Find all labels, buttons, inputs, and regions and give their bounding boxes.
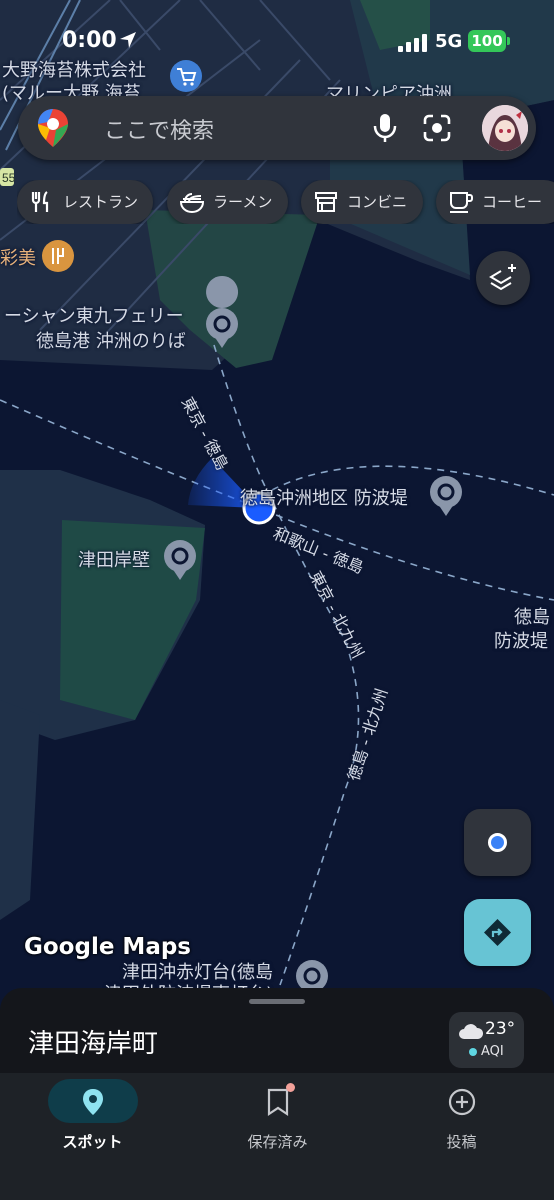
search-bar[interactable]: ここで検索	[18, 96, 536, 160]
battery-indicator: 100	[468, 30, 506, 52]
nav-label: スポット	[62, 1133, 123, 1151]
map-label-right-2: 防波堤	[494, 631, 548, 652]
layers-button[interactable]	[476, 251, 530, 305]
map-label-art: 彩美	[0, 248, 36, 269]
google-maps-pin-icon	[38, 109, 68, 147]
map-label-right-1: 徳島	[514, 607, 550, 628]
chip-label: レストラン	[63, 193, 139, 211]
avatar-image	[482, 105, 528, 151]
google-maps-logo: Google Maps	[24, 934, 191, 960]
network-type: 5G	[435, 31, 463, 52]
status-time: 0:00	[62, 28, 117, 53]
place-title: 津田海岸町	[28, 1029, 159, 1059]
location-arrow-icon	[120, 32, 136, 48]
aqi-label: AQI	[481, 1044, 504, 1059]
weather-card[interactable]: 23° AQI	[449, 1012, 524, 1068]
search-input[interactable]: ここで検索	[104, 113, 214, 145]
coffee-icon	[450, 192, 473, 213]
nav-post[interactable]: 投稿	[369, 1073, 554, 1200]
map-label-breakwater: 徳島沖洲地区 防波堤	[240, 488, 408, 509]
battery-tip	[507, 37, 510, 45]
add-circle-icon	[448, 1088, 476, 1116]
chip-label: コーヒー	[482, 193, 543, 211]
google-lens-icon[interactable]	[422, 114, 452, 142]
layers-icon	[489, 264, 516, 291]
signal-icon	[398, 34, 427, 52]
nav-label: 投稿	[446, 1133, 477, 1151]
fork-knife-icon	[31, 191, 49, 212]
my-location-icon	[488, 833, 507, 852]
chip-coffee[interactable]: コーヒー	[436, 180, 554, 224]
route-shield: 55	[2, 171, 16, 185]
bookmark-icon	[267, 1088, 289, 1117]
bottom-nav: スポット 保存済み 投稿	[0, 1073, 554, 1200]
restaurant-pin-icon[interactable]	[42, 240, 74, 272]
directions-icon	[484, 919, 511, 946]
my-location-button[interactable]	[464, 809, 531, 876]
status-bar: 0:00 5G 100	[0, 0, 554, 80]
chip-restaurant[interactable]: レストラン	[17, 180, 153, 224]
location-pin-icon	[83, 1089, 103, 1115]
store-icon	[315, 192, 337, 212]
category-chips: レストラン ラーメン コンビニ コーヒー	[17, 180, 554, 224]
map-label-ferry-pier: 徳島港 沖洲のりば	[36, 331, 186, 352]
chip-ramen[interactable]: ラーメン	[167, 180, 288, 224]
cloud-icon	[459, 1024, 484, 1039]
temperature: 23°	[485, 1019, 516, 1039]
nav-label: 保存済み	[247, 1133, 308, 1151]
nav-spots[interactable]: スポット	[0, 1073, 185, 1200]
drag-handle[interactable]	[249, 999, 305, 1004]
aqi-dot	[469, 1048, 477, 1056]
ramen-icon	[179, 193, 205, 214]
avatar[interactable]	[482, 105, 528, 151]
map-label-pier: 津田岸壁	[78, 550, 150, 571]
nav-saved[interactable]: 保存済み	[185, 1073, 370, 1200]
chip-label: コンビニ	[347, 193, 408, 211]
map-label-ferry-terminal: ーシャン東九フェリー	[4, 306, 184, 327]
chip-label: ラーメン	[213, 193, 273, 211]
notification-dot	[286, 1083, 295, 1092]
microphone-icon[interactable]	[370, 112, 400, 144]
directions-button[interactable]	[464, 899, 531, 966]
chip-convenience-store[interactable]: コンビニ	[301, 180, 423, 224]
